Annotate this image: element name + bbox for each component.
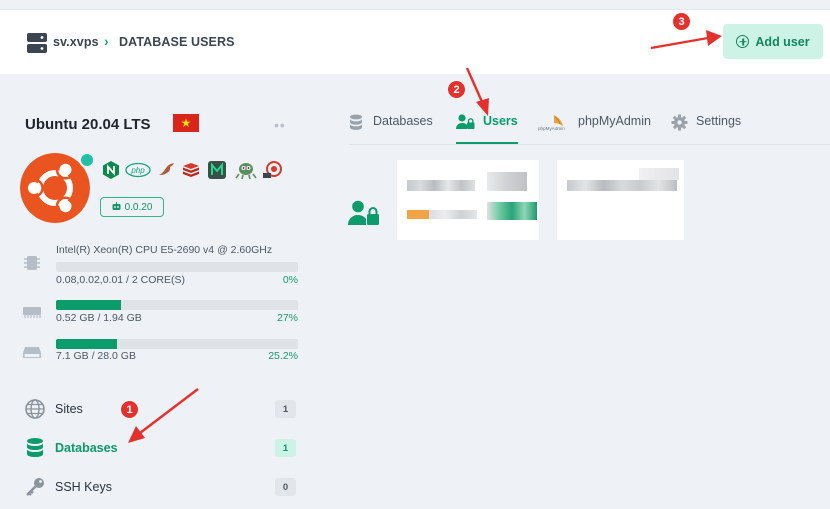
database-icon [27, 438, 43, 457]
key-icon [26, 478, 44, 496]
disk-usage-fill [56, 339, 117, 349]
tab-users[interactable]: Users [456, 114, 518, 144]
user-card[interactable] [557, 160, 684, 240]
user-card[interactable] [397, 160, 539, 240]
sidebar-item-label: Sites [55, 402, 83, 416]
databases-count-badge: 1 [275, 439, 296, 457]
tab-divider [349, 144, 830, 145]
globe-icon [25, 399, 45, 419]
tab-phpmyadmin[interactable]: phpMyAdmin phpMyAdmin [538, 114, 651, 144]
memory-icon [23, 307, 41, 318]
cpu-model: Intel(R) Xeon(R) CPU E5-2690 v4 @ 2.60GH… [56, 244, 273, 256]
cpu-percent: 0% [282, 274, 298, 286]
tab-users-label: Users [483, 114, 518, 128]
add-user-label: Add user [755, 34, 810, 49]
ram-usage-fill [56, 300, 122, 310]
ram-usage-label: 0.52 GB / 1.94 GB [56, 312, 142, 324]
tab-databases[interactable]: Databases [348, 114, 433, 144]
disk-usage-bar [56, 339, 298, 349]
redacted-permissions [487, 202, 537, 220]
plus-circle-icon [736, 35, 750, 48]
cpu-icon [24, 256, 40, 270]
callout-2: 2 [447, 80, 466, 99]
sidebar-item-databases[interactable]: Databases 1 [22, 433, 297, 463]
vietnam-flag-icon: ★ [173, 114, 199, 132]
server-os-name: Ubuntu 20.04 LTS [25, 116, 151, 133]
redis-icon [183, 163, 199, 177]
cpu-usage-bar [56, 262, 298, 272]
redacted-badge [407, 210, 429, 219]
redacted-text [487, 172, 527, 191]
page-header: sv.xvps › DATABASE USERS Add user [0, 10, 830, 74]
redacted-username [407, 180, 475, 191]
tab-settings[interactable]: Settings [671, 114, 741, 144]
add-user-button[interactable]: Add user [723, 24, 823, 59]
ssh-keys-count-badge: 0 [275, 478, 296, 496]
more-options-icon[interactable]: •• [274, 117, 286, 133]
sidebar-item-sites[interactable]: Sites 1 [22, 394, 297, 424]
supervisor-icon [235, 163, 257, 180]
disk-percent: 25.2% [268, 350, 298, 362]
redacted-host [567, 180, 677, 191]
server-icon [27, 33, 47, 53]
sidebar-item-label: Databases [55, 441, 118, 455]
online-status-dot [79, 152, 95, 168]
breadcrumb-separator-icon: › [104, 33, 109, 49]
sidebar-item-label: SSH Keys [55, 480, 112, 494]
sidebar-item-ssh-keys[interactable]: SSH Keys 0 [22, 472, 297, 502]
gear-icon [671, 114, 688, 131]
disk-usage-label: 7.1 GB / 28.0 GB [56, 350, 136, 362]
ram-percent: 27% [276, 312, 298, 324]
flag-star: ★ [180, 116, 192, 130]
agent-version-text: 0.0.20 [124, 201, 153, 213]
svg-text:php: php [130, 166, 145, 175]
agent-version-badge: 0.0.20 [100, 197, 164, 217]
nginx-icon [103, 161, 119, 179]
top-strip [0, 0, 830, 10]
tab-databases-label: Databases [373, 114, 433, 128]
mariadb-icon [159, 163, 174, 175]
user-lock-icon [456, 114, 475, 129]
fail2ban-icon [263, 161, 282, 178]
page-title: DATABASE USERS [119, 35, 235, 49]
breadcrumb-server[interactable]: sv.xvps [53, 35, 99, 49]
callout-3: 3 [672, 12, 691, 31]
ram-usage-bar [56, 300, 298, 310]
disk-icon [23, 347, 41, 358]
cpu-load: 0.08,0.02,0.01 / 2 CORE(S) [56, 274, 185, 286]
robot-icon [112, 202, 121, 210]
user-lock-icon [348, 200, 379, 225]
tab-settings-label: Settings [696, 114, 742, 128]
redacted-text [429, 210, 477, 219]
redacted-text [639, 168, 679, 180]
svg-text:phpMyAdmin: phpMyAdmin [538, 126, 565, 131]
phpmyadmin-icon: phpMyAdmin [538, 115, 565, 131]
sites-count-badge: 1 [275, 400, 296, 418]
database-icon [350, 114, 362, 130]
callout-1: 1 [120, 400, 139, 419]
php-icon: php [125, 162, 151, 178]
tab-phpmyadmin-label: phpMyAdmin [578, 114, 651, 128]
memcached-icon [208, 161, 226, 179]
